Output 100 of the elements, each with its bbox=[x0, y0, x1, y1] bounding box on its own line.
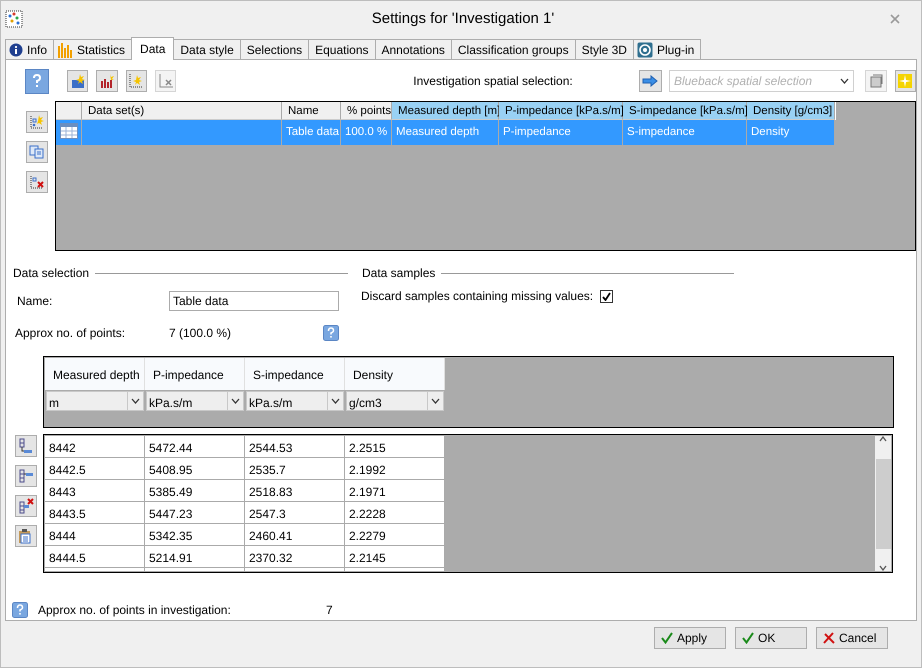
copy-dataset-icon bbox=[29, 144, 45, 160]
append-row-icon bbox=[18, 468, 34, 484]
table-cell: 5385.49 bbox=[145, 480, 245, 502]
table-cell: Density bbox=[747, 120, 835, 145]
table-cell: 2544.53 bbox=[245, 436, 345, 458]
table-cell: P-impedance bbox=[499, 120, 623, 145]
bar-chart-icon bbox=[57, 42, 74, 58]
row-tool-button[interactable] bbox=[15, 435, 37, 457]
column-header: P-impedance bbox=[145, 358, 245, 390]
scrollbar[interactable] bbox=[875, 436, 891, 571]
column-header[interactable]: S-impedance [kPa.s/m] bbox=[623, 102, 747, 120]
table-cell: 5447.23 bbox=[145, 502, 245, 524]
edit-icon bbox=[869, 74, 884, 88]
scrollbar-thumb[interactable] bbox=[876, 458, 890, 548]
toolbar-button[interactable] bbox=[126, 70, 148, 92]
column-header: Measured depth bbox=[45, 358, 145, 390]
table-cell: 2518.83 bbox=[245, 480, 345, 502]
help-icon[interactable] bbox=[12, 602, 28, 618]
app-icon bbox=[5, 10, 23, 28]
column-header[interactable]: P-impedance [kPa.s/m] bbox=[499, 102, 623, 120]
table-cell: 2535.7 bbox=[245, 458, 345, 480]
field-label: Approx no. of points: bbox=[15, 325, 126, 342]
sparkle-icon bbox=[897, 73, 914, 89]
table-icon bbox=[60, 123, 78, 139]
caret-icon bbox=[131, 398, 140, 404]
caret-icon bbox=[840, 78, 850, 84]
help-button[interactable] bbox=[25, 68, 50, 94]
discard-checkbox[interactable] bbox=[600, 290, 614, 302]
table-cell: 5342.35 bbox=[145, 524, 245, 546]
table-cell: 8444.5 bbox=[45, 546, 145, 568]
unit-dropdown[interactable]: m bbox=[46, 391, 144, 411]
question-icon bbox=[32, 74, 42, 88]
caret-icon bbox=[231, 398, 240, 404]
row-tool-button[interactable] bbox=[15, 465, 37, 487]
tab[interactable]: Style 3D bbox=[574, 39, 634, 59]
help-icon[interactable] bbox=[323, 325, 339, 341]
section-heading: Data samples bbox=[362, 265, 436, 282]
dialog-button[interactable]: OK bbox=[735, 627, 807, 649]
table-cell: 2.1992 bbox=[345, 458, 445, 480]
arrow-right-icon bbox=[642, 75, 658, 87]
column-header[interactable]: Data set(s) bbox=[82, 102, 282, 120]
check-icon bbox=[742, 632, 754, 644]
checkbox-label: Discard samples containing missing values: bbox=[361, 288, 594, 305]
edit-selection-button[interactable] bbox=[865, 70, 887, 92]
dialog-button[interactable]: Cancel bbox=[816, 627, 888, 649]
scroll-down-icon bbox=[879, 565, 887, 571]
window-title: Settings for 'Investigation 1' bbox=[370, 8, 556, 29]
add-dataset-icon bbox=[29, 114, 45, 130]
section-heading: Data selection bbox=[13, 265, 90, 282]
tab[interactable]: Plug-in bbox=[632, 39, 702, 59]
table-cell: 5408.95 bbox=[145, 458, 245, 480]
new-chart-icon bbox=[70, 73, 86, 89]
spatial-selection-label: Investigation spatial selection: bbox=[413, 73, 573, 90]
delete-row-icon bbox=[18, 498, 34, 514]
check-icon bbox=[602, 292, 612, 300]
name-field[interactable]: Table data bbox=[169, 291, 339, 311]
tab[interactable]: Data bbox=[131, 37, 174, 60]
check-icon bbox=[661, 632, 673, 644]
column-header[interactable]: Density [g/cm3] bbox=[747, 102, 835, 120]
unit-dropdown[interactable]: kPa.s/m bbox=[246, 391, 344, 411]
tab[interactable]: Classification groups bbox=[450, 39, 576, 59]
table-cell: 8443 bbox=[45, 480, 145, 502]
table-cell: S-impedance bbox=[623, 120, 747, 145]
apply-selection-button[interactable] bbox=[638, 70, 662, 92]
close-icon bbox=[890, 14, 900, 24]
new-histogram-icon bbox=[99, 73, 116, 89]
dataset-button[interactable] bbox=[26, 171, 48, 193]
close-icon bbox=[823, 632, 835, 644]
row-tool-button[interactable] bbox=[15, 525, 37, 547]
table-cell: 2.2145 bbox=[345, 546, 445, 568]
table-cell: 2.2279 bbox=[345, 524, 445, 546]
table-cell: 8442 bbox=[45, 436, 145, 458]
row-tool-button[interactable] bbox=[15, 495, 37, 517]
column-header[interactable]: % points bbox=[341, 102, 392, 120]
scroll-up-icon bbox=[879, 436, 887, 442]
tab[interactable]: Info bbox=[5, 39, 54, 59]
field-label: Name: bbox=[17, 293, 54, 310]
dataset-button[interactable] bbox=[26, 111, 48, 133]
tab[interactable]: Statistics bbox=[53, 39, 132, 59]
table-cell: 5472.44 bbox=[145, 436, 245, 458]
table-cell: 2.2515 bbox=[345, 436, 445, 458]
dialog-button[interactable]: Apply bbox=[654, 627, 726, 649]
table-cell: 8444 bbox=[45, 524, 145, 546]
unit-dropdown[interactable]: kPa.s/m bbox=[146, 391, 244, 411]
info-icon bbox=[9, 42, 23, 56]
tab[interactable]: Data style bbox=[173, 39, 241, 59]
delete-dataset-icon bbox=[29, 174, 45, 190]
caret-icon bbox=[331, 398, 340, 404]
table-cell: Table data bbox=[282, 120, 341, 145]
unit-dropdown[interactable]: g/cm3 bbox=[346, 391, 444, 411]
table-cell: 100.0 % bbox=[341, 120, 392, 145]
caret-icon bbox=[431, 398, 440, 404]
insert-row-icon bbox=[18, 438, 34, 454]
table-cell: Measured depth bbox=[392, 120, 499, 145]
column-header[interactable]: Name bbox=[282, 102, 341, 120]
table-cell: 2460.41 bbox=[245, 524, 345, 546]
delete-plot-icon bbox=[158, 73, 174, 89]
field-label: Approx no. of points in investigation: bbox=[38, 602, 232, 619]
column-header: Density bbox=[345, 358, 445, 390]
tab[interactable]: Equations bbox=[308, 39, 376, 59]
